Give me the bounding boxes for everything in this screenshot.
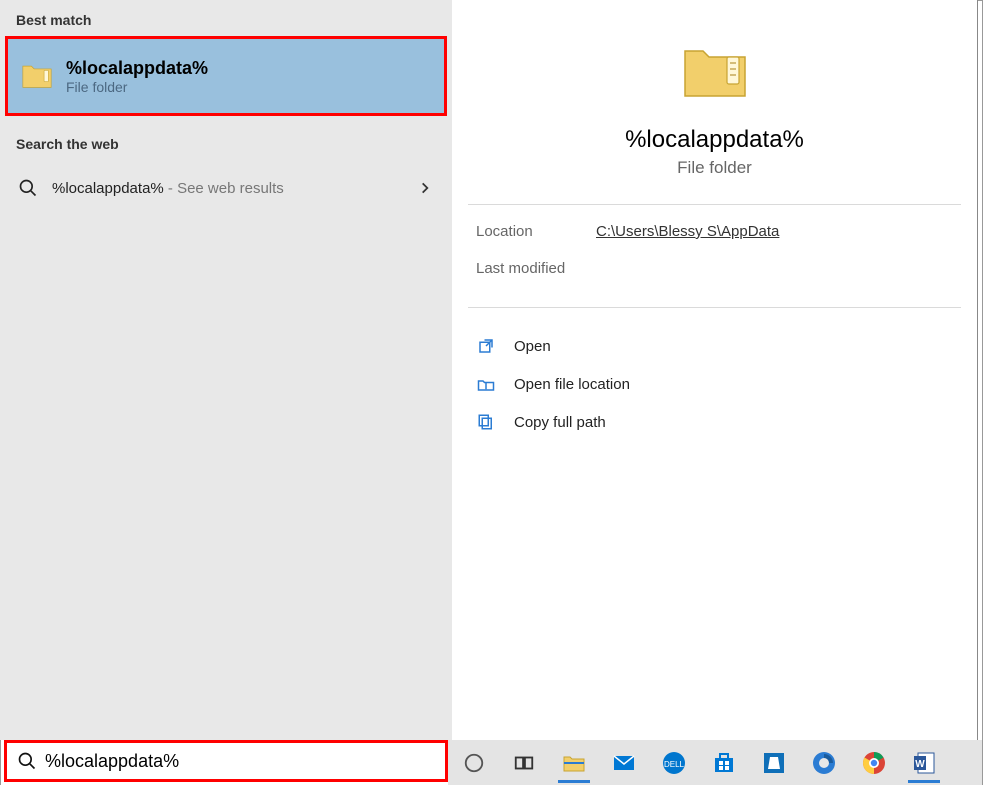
action-copy-path-label: Copy full path bbox=[514, 414, 606, 431]
search-input[interactable] bbox=[37, 747, 435, 776]
search-results-panel: Best match %localappdata% File folder Se… bbox=[0, 0, 978, 740]
web-result-label: %localappdata% bbox=[52, 180, 164, 197]
mail-icon[interactable] bbox=[610, 749, 638, 777]
location-value[interactable]: C:\Users\Blessy S\AppData bbox=[596, 223, 779, 240]
search-web-heading: Search the web bbox=[0, 124, 452, 160]
action-open-label: Open bbox=[514, 338, 551, 355]
open-icon bbox=[476, 336, 496, 356]
web-search-result[interactable]: %localappdata% - See web results bbox=[0, 166, 452, 210]
azure-icon[interactable] bbox=[760, 749, 788, 777]
search-box[interactable] bbox=[4, 740, 448, 782]
folder-icon bbox=[20, 59, 54, 93]
action-open-location-label: Open file location bbox=[514, 376, 630, 393]
best-match-subtitle: File folder bbox=[66, 79, 208, 95]
svg-text:DELL: DELL bbox=[664, 760, 685, 769]
action-copy-full-path[interactable]: Copy full path bbox=[476, 412, 953, 432]
preview-pane: %localappdata% File folder Location C:\U… bbox=[452, 0, 977, 740]
web-result-hint: - See web results bbox=[164, 180, 284, 197]
store-icon[interactable] bbox=[710, 749, 738, 777]
best-match-heading: Best match bbox=[0, 0, 452, 36]
best-match-title: %localappdata% bbox=[66, 58, 208, 79]
preview-title: %localappdata% bbox=[625, 126, 804, 154]
cortana-icon[interactable] bbox=[460, 749, 488, 777]
search-icon bbox=[18, 178, 38, 198]
folder-icon-large bbox=[679, 36, 751, 108]
svg-text:W: W bbox=[915, 759, 925, 770]
dell-icon[interactable]: DELL bbox=[660, 749, 688, 777]
results-list: Best match %localappdata% File folder Se… bbox=[0, 0, 452, 740]
location-label: Location bbox=[476, 223, 596, 240]
edge-icon[interactable] bbox=[810, 749, 838, 777]
open-location-icon bbox=[476, 374, 496, 394]
preview-subtitle: File folder bbox=[677, 158, 752, 178]
search-icon bbox=[17, 751, 37, 771]
task-view-icon[interactable] bbox=[510, 749, 538, 777]
chrome-icon[interactable] bbox=[860, 749, 888, 777]
copy-icon bbox=[476, 412, 496, 432]
taskbar: DELL W bbox=[448, 740, 982, 785]
last-modified-label: Last modified bbox=[476, 260, 596, 277]
action-open-file-location[interactable]: Open file location bbox=[476, 374, 953, 394]
word-icon[interactable]: W bbox=[910, 749, 938, 777]
best-match-result[interactable]: %localappdata% File folder bbox=[5, 36, 447, 116]
chevron-right-icon bbox=[416, 179, 434, 197]
file-explorer-icon[interactable] bbox=[560, 749, 588, 777]
action-open[interactable]: Open bbox=[476, 336, 953, 356]
